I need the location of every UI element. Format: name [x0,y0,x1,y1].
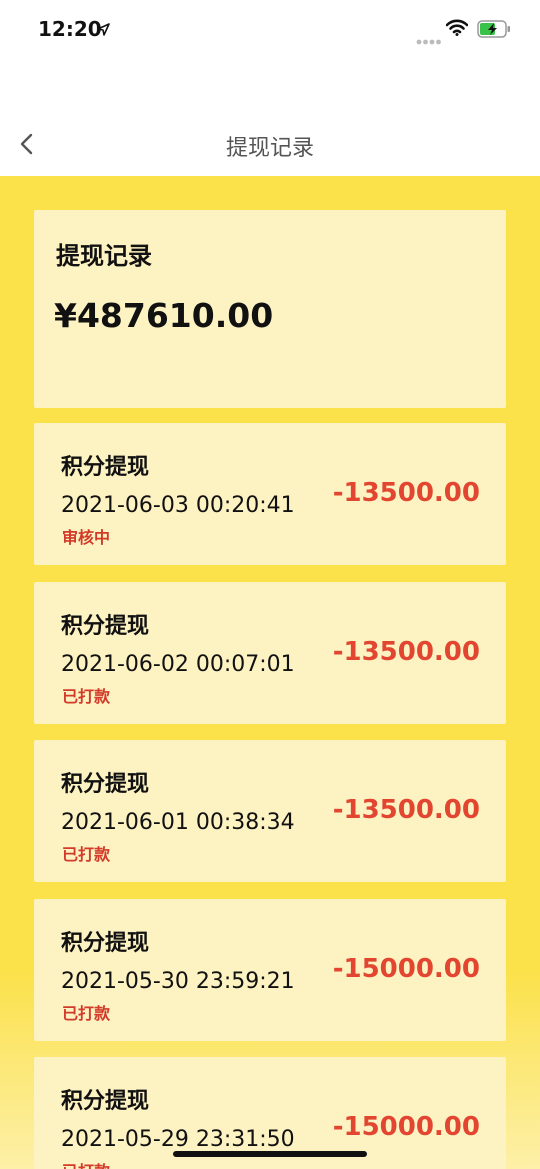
record-title: 积分提现 [61,772,150,797]
summary-card: 提现记录 ¥487610.00 [34,210,506,408]
status-time: 12:20 [38,17,102,41]
record-amount: -15000.00 [332,1112,480,1142]
record-title: 积分提现 [61,614,150,639]
record-status: 审核中 [62,528,111,547]
record-status: 已打款 [62,845,111,864]
record-amount: -15000.00 [332,954,480,984]
record-status: 已打款 [62,1004,111,1023]
page-title: 提现记录 [225,136,314,161]
record-amount: -13500.00 [332,637,480,667]
list-item[interactable]: 积分提现 2021-06-03 00:20:41 审核中 -13500.00 [34,423,506,565]
wifi-icon [445,19,469,40]
status-bar: 12:20 [0,0,540,60]
record-status: 已打款 [62,687,111,706]
record-amount: -13500.00 [332,795,480,825]
record-time: 2021-06-02 00:07:01 [61,652,295,677]
records-container[interactable]: 提现记录 ¥487610.00 积分提现 2021-06-03 00:20:41… [0,176,540,1169]
location-arrow-icon [97,21,110,40]
record-title: 积分提现 [61,1089,150,1114]
summary-title: 提现记录 [56,242,152,270]
list-item[interactable]: 积分提现 2021-06-01 00:38:34 已打款 -13500.00 [34,740,506,882]
record-amount: -13500.00 [332,478,480,508]
home-indicator[interactable] [173,1151,367,1157]
nav-bar: 提现记录 [0,60,540,176]
list-item[interactable]: 积分提现 2021-05-30 23:59:21 已打款 -15000.00 [34,899,506,1041]
record-time: 2021-05-30 23:59:21 [61,969,295,994]
record-title: 积分提现 [61,455,150,480]
signal-dots-icon [416,30,442,49]
record-title: 积分提现 [61,931,150,956]
record-time: 2021-06-03 00:20:41 [61,493,295,518]
record-time: 2021-06-01 00:38:34 [61,810,295,835]
record-status: 已打款 [62,1158,110,1169]
total-withdrawal-amount: ¥487610.00 [54,296,274,335]
battery-charging-icon [477,20,511,42]
record-time: 2021-05-29 23:31:50 [61,1127,295,1152]
list-item[interactable]: 积分提现 2021-06-02 00:07:01 已打款 -13500.00 [34,582,506,724]
